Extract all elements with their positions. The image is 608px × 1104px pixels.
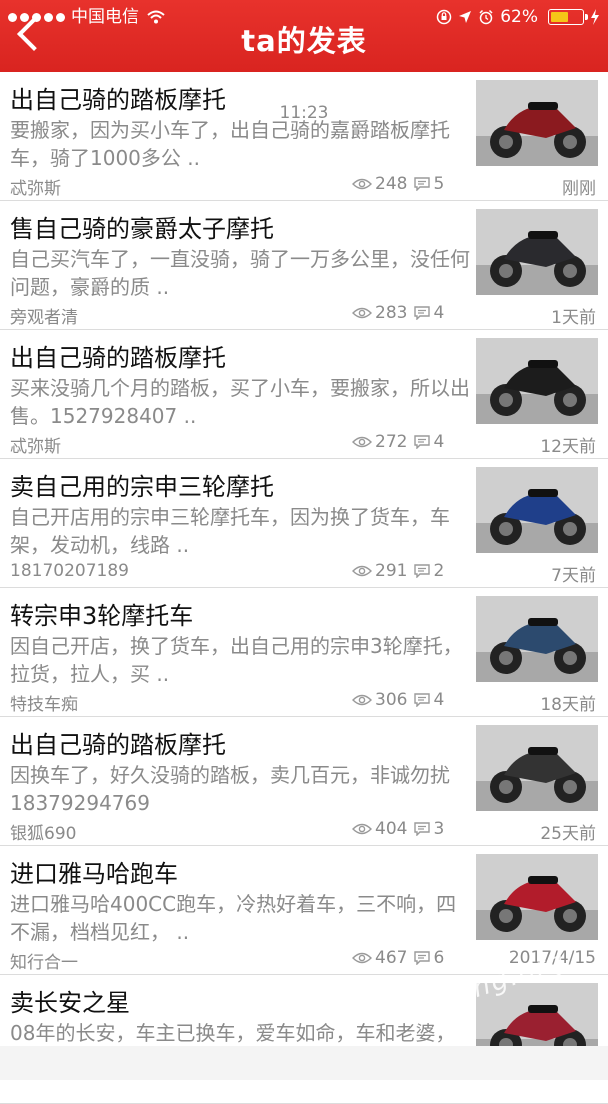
eye-icon [352,178,372,190]
eye-icon [352,307,372,319]
comment-count: 5 [433,174,445,194]
post-author: 旁观者清 [10,308,78,328]
post-time: 25天前 [540,824,596,844]
bottom-bar [0,1046,608,1080]
post-description: 要搬家，因为买小车了，出自己骑的嘉爵踏板摩托车，骑了1000多公 .. [10,118,450,170]
comment-count: 4 [433,690,445,710]
post-author: 知行合一 [10,953,78,973]
post-title: 出自己骑的踏板摩托 [10,344,226,372]
eye-icon [352,823,372,835]
eye-icon [352,565,372,577]
view-count: 306 [375,690,408,710]
comment-icon [414,435,431,449]
comment-count: 3 [433,819,445,839]
post-stats: 248 5 [352,174,444,194]
post-title: 售自己骑的豪爵太子摩托 [10,215,274,243]
post-description: 自己开店用的宗申三轮摩托车，因为换了货车，车架，发动机，线路 .. [10,505,450,557]
comment-icon [414,177,431,191]
eye-icon [352,436,372,448]
motorcycle-photo [476,596,598,682]
motorcycle-photo [476,338,598,424]
view-count: 283 [375,303,408,323]
post-thumbnail[interactable] [476,467,598,553]
comment-count: 4 [433,432,445,452]
eye-icon [352,694,372,706]
post-description: 买来没骑几个月的踏板，买了小车，要搬家，所以出售。1527928407 .. [10,376,470,428]
post-list: 出自己骑的踏板摩托要搬家，因为买小车了，出自己骑的嘉爵踏板摩托车，骑了1000多… [0,72,608,1104]
post-thumbnail[interactable] [476,854,598,940]
eye-icon [352,952,372,964]
post-title: 出自己骑的踏板摩托 [10,731,226,759]
post-description: 进口雅马哈400CC跑车，冷热好着车，三不响，四不漏，档档见红， .. [10,892,457,944]
post-item[interactable]: 卖自己用的宗申三轮摩托自己开店用的宗申三轮摩托车，因为换了货车，车架，发动机，线… [0,459,608,588]
post-author: 18170207189 [10,561,129,581]
post-stats: 467 6 [352,948,444,968]
post-thumbnail[interactable] [476,338,598,424]
post-item[interactable]: 售自己骑的豪爵太子摩托自己买汽车了，一直没骑，骑了一万多公里，没任何问题，豪爵的… [0,201,608,330]
post-title: 进口雅马哈跑车 [10,860,178,888]
post-item[interactable]: 进口雅马哈跑车进口雅马哈400CC跑车，冷热好着车，三不响，四不漏，档档见红， … [0,846,608,975]
post-title: 出自己骑的踏板摩托 [10,86,226,114]
page-title: ta的发表 [241,24,367,58]
post-stats: 272 4 [352,432,444,452]
post-thumbnail[interactable] [476,209,598,295]
view-count: 291 [375,561,408,581]
view-count: 248 [375,174,408,194]
post-thumbnail[interactable] [476,596,598,682]
view-count: 404 [375,819,408,839]
view-count: 467 [375,948,408,968]
post-description: 自己买汽车了，一直没骑，骑了一万多公里，没任何问题，豪爵的质 .. [10,247,470,299]
post-description: 因自己开店，换了货车，出自己用的宗申3轮摩托，拉货，拉人，买 .. [10,634,463,686]
post-time: 刚刚 [562,179,596,199]
post-stats: 283 4 [352,303,444,323]
motorcycle-photo [476,80,598,166]
comment-icon [414,822,431,836]
post-stats: 404 3 [352,819,444,839]
post-time: 12天前 [540,437,596,457]
motorcycle-photo [476,854,598,940]
post-time: 7天前 [551,566,596,586]
comment-count: 2 [433,561,445,581]
comment-icon [414,564,431,578]
post-author: 银狐690 [10,824,77,844]
motorcycle-photo [476,725,598,811]
comment-count: 6 [433,948,445,968]
top-nav-bar: 中国电信 11:23 62% ta的发表 [0,0,608,123]
post-title: 转宗申3轮摩托车 [10,602,194,630]
post-title: 卖长安之星 [10,989,130,1017]
comment-icon [414,693,431,707]
post-author: 忒弥斯 [10,437,61,457]
post-author: 忒弥斯 [10,179,61,199]
post-item[interactable]: 出自己骑的踏板摩托买来没骑几个月的踏板，买了小车，要搬家，所以出售。152792… [0,330,608,459]
comment-count: 4 [433,303,445,323]
post-thumbnail[interactable] [476,80,598,166]
post-item[interactable]: 出自己骑的踏板摩托要搬家，因为买小车了，出自己骑的嘉爵踏板摩托车，骑了1000多… [0,72,608,201]
post-time: 18天前 [540,695,596,715]
post-item[interactable]: 转宗申3轮摩托车因自己开店，换了货车，出自己用的宗申3轮摩托，拉货，拉人，买 .… [0,588,608,717]
post-stats: 291 2 [352,561,444,581]
post-author: 特技车痴 [10,695,78,715]
post-title: 卖自己用的宗申三轮摩托 [10,473,274,501]
post-time: 1天前 [551,308,596,328]
post-description: 因换车了，好久没骑的踏板，卖几百元，非诚勿扰18379294769 [10,763,450,815]
post-stats: 306 4 [352,690,444,710]
post-item[interactable]: 出自己骑的踏板摩托因换车了，好久没骑的踏板，卖几百元，非诚勿扰183792947… [0,717,608,846]
view-count: 272 [375,432,408,452]
post-thumbnail[interactable] [476,725,598,811]
motorcycle-photo [476,209,598,295]
motorcycle-photo [476,467,598,553]
comment-icon [414,306,431,320]
post-item[interactable]: 卖长安之星08年的长安，车主已换车，爱车如命，车和老婆，概不借，加装空气 .. [0,975,608,1104]
comment-icon [414,951,431,965]
